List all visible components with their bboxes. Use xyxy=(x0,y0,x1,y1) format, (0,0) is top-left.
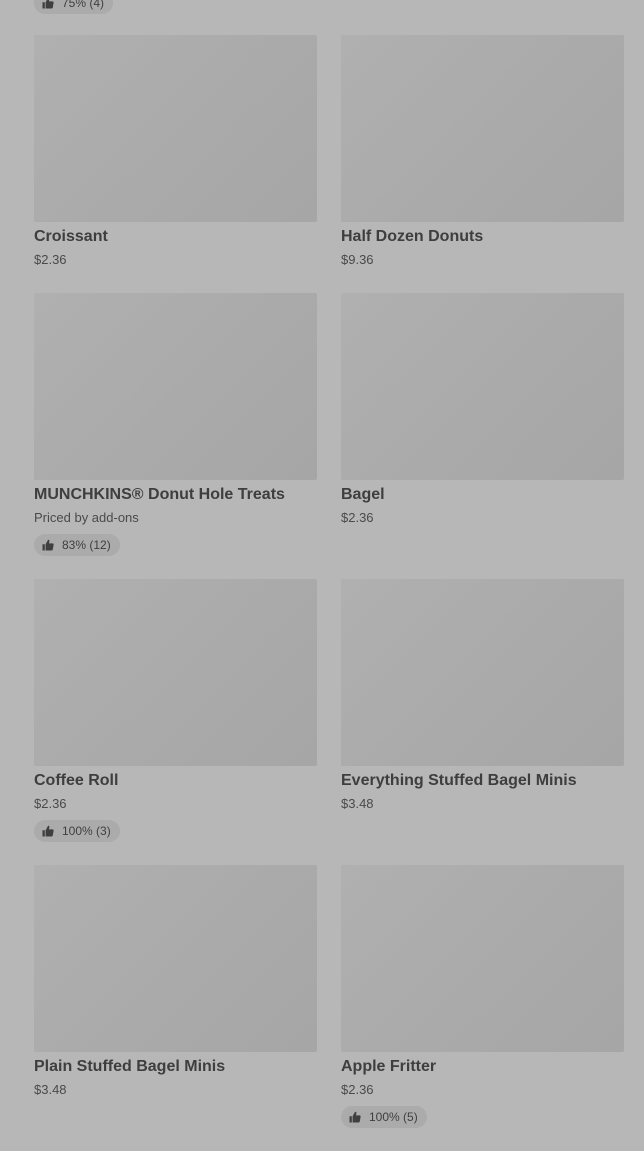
rating-badge: 83% (12) xyxy=(34,534,120,556)
item-image[interactable] xyxy=(341,293,624,480)
menu-item-card[interactable]: Plain Stuffed Bagel Minis $3.48 xyxy=(34,865,317,1097)
item-image[interactable] xyxy=(341,35,624,222)
menu-item-card[interactable]: Apple Fritter $2.36 100% (5) xyxy=(341,865,624,1128)
menu-item-card[interactable]: Croissant $2.36 xyxy=(34,35,317,267)
menu-row: Plain Stuffed Bagel Minis $3.48 Apple Fr… xyxy=(34,865,624,1151)
item-name: Plain Stuffed Bagel Minis xyxy=(34,1058,226,1075)
item-price: Priced by add-ons xyxy=(34,510,139,525)
item-image[interactable] xyxy=(34,293,317,480)
menu-item-card[interactable]: MUNCHKINS® Donut Hole Treats Priced by a… xyxy=(34,293,317,556)
rating-badge: 100% (3) xyxy=(34,820,120,842)
thumbs-up-icon xyxy=(349,1111,361,1123)
menu-item-card[interactable]: Half Dozen Donuts $9.36 xyxy=(341,35,624,267)
rating-badge: 100% (5) xyxy=(341,1106,427,1128)
item-name: Bagel xyxy=(341,486,385,503)
menu-item-card[interactable]: Coffee Roll $2.36 100% (3) xyxy=(34,579,317,842)
menu-row: Croissant $2.36 Half Dozen Donuts $9.36 xyxy=(34,35,624,293)
item-image[interactable] xyxy=(34,35,317,222)
menu-item-grid: Croissant $2.36 Half Dozen Donuts $9.36 … xyxy=(34,35,624,1151)
item-name: Everything Stuffed Bagel Minis xyxy=(341,772,577,789)
item-price: $9.36 xyxy=(341,252,374,267)
item-price: $3.48 xyxy=(341,796,374,811)
thumbs-up-icon xyxy=(42,0,54,9)
item-price: $2.36 xyxy=(34,796,67,811)
item-name: Half Dozen Donuts xyxy=(341,228,484,245)
item-image[interactable] xyxy=(341,579,624,766)
item-price: $2.36 xyxy=(341,1082,374,1097)
item-image[interactable] xyxy=(341,865,624,1052)
item-price: $2.36 xyxy=(341,510,374,525)
item-name: MUNCHKINS® Donut Hole Treats xyxy=(34,486,285,503)
menu-item-card[interactable]: Bagel $2.36 xyxy=(341,293,624,525)
menu-row: Coffee Roll $2.36 100% (3) Everything St… xyxy=(34,579,624,865)
item-name: Coffee Roll xyxy=(34,772,119,789)
item-price: $3.48 xyxy=(34,1082,67,1097)
menu-row: MUNCHKINS® Donut Hole Treats Priced by a… xyxy=(34,293,624,579)
thumbs-up-icon xyxy=(42,825,54,837)
item-image[interactable] xyxy=(34,579,317,766)
item-name: Apple Fritter xyxy=(341,1058,437,1075)
thumbs-up-icon xyxy=(42,539,54,551)
item-price: $2.36 xyxy=(34,252,67,267)
item-image[interactable] xyxy=(34,865,317,1052)
menu-item-card[interactable]: Everything Stuffed Bagel Minis $3.48 xyxy=(341,579,624,811)
rating-badge: 75% (4) xyxy=(34,0,114,14)
item-name: Croissant xyxy=(34,228,108,245)
